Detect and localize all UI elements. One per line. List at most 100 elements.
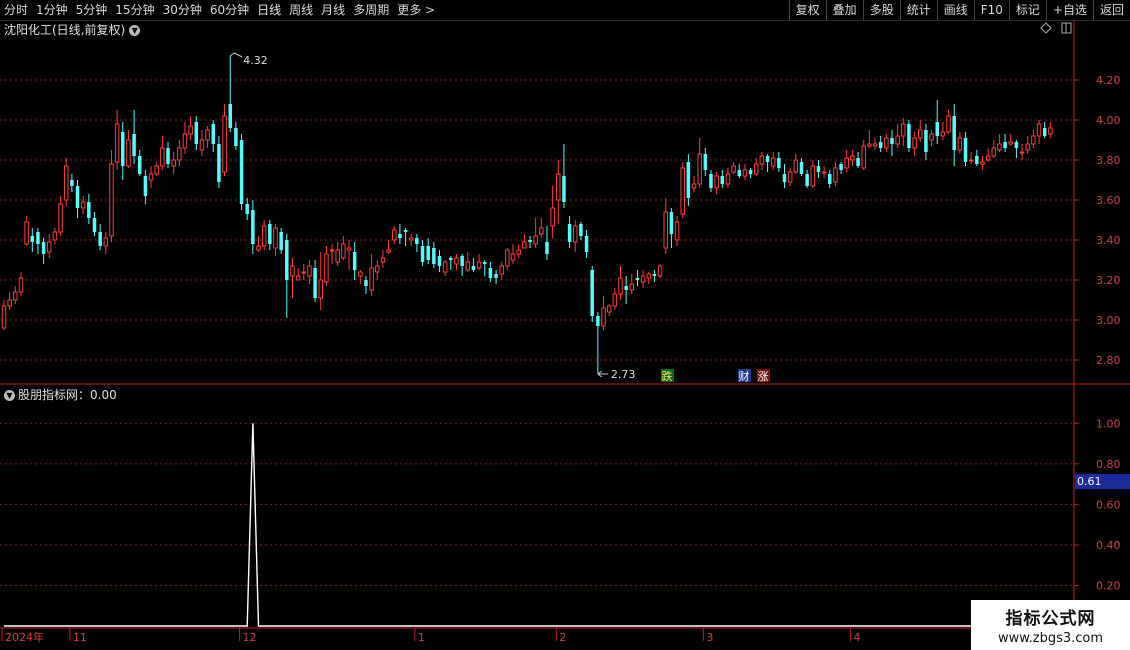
candle-body (494, 274, 498, 278)
period-tab[interactable]: 1分钟 (32, 0, 72, 20)
period-toolbar: 分时 1分钟 5分钟 15分钟 30分钟 60分钟 日线 周线 月线 多周期 更多 > 复权 叠加 多股… (0, 0, 1130, 21)
candle-body (103, 237, 109, 247)
candle-body (364, 280, 368, 286)
candle-body (182, 133, 188, 149)
date-tick-label: 2 (559, 631, 566, 644)
chevron-down-icon[interactable]: ▼ (129, 25, 141, 36)
candle-body (222, 115, 227, 173)
candle-body (856, 158, 860, 166)
indicator-tick-label: 0.20 (1096, 579, 1121, 592)
candle-body (313, 268, 317, 298)
function-button[interactable]: 叠加 (825, 0, 863, 20)
function-button[interactable]: 统计 (899, 0, 937, 20)
period-tab[interactable]: 更多 > (393, 0, 439, 20)
diamond-icon (1040, 22, 1052, 34)
event-badge-zhang: 涨 (758, 370, 769, 383)
candle-body (657, 265, 663, 277)
indicator-title[interactable]: ▼ 股朋指标网：0.00 (4, 387, 117, 403)
candle-body (737, 170, 742, 176)
function-button[interactable]: 画线 (936, 0, 974, 20)
candle-body (850, 155, 855, 161)
candle-body (640, 275, 646, 283)
candle-body (476, 261, 482, 269)
candle-body (805, 174, 809, 186)
price-tick-label: 3.60 (1096, 194, 1121, 207)
candle-body (867, 143, 872, 147)
period-tab[interactable]: 60分钟 (206, 0, 253, 20)
candle-body (596, 316, 600, 326)
candle-body (329, 249, 335, 252)
candle-body (686, 162, 691, 198)
candle-body (41, 242, 46, 254)
period-tab[interactable]: 30分钟 (159, 0, 206, 20)
indicator-tick-label: 0.80 (1096, 458, 1121, 471)
period-tab[interactable]: 月线 (317, 0, 349, 20)
candle-body (482, 262, 487, 264)
chevron-down-icon[interactable]: ▼ (4, 390, 15, 401)
candle-body (132, 134, 136, 156)
candle-body (720, 176, 725, 184)
candle-body (488, 268, 493, 278)
candle-body (821, 171, 827, 174)
candle-body (449, 258, 453, 260)
period-tabs: 分时 1分钟 5分钟 15分钟 30分钟 60分钟 日线 周线 月线 多周期 更多 > (0, 0, 439, 20)
candle-body (703, 154, 708, 170)
candle-body (833, 167, 838, 183)
candle-body (92, 218, 97, 232)
candle-body (442, 261, 448, 273)
candle-body (7, 299, 12, 307)
candle-body (924, 130, 928, 152)
candle-body (652, 274, 657, 276)
candle-body (940, 131, 946, 137)
function-button[interactable]: F10 (973, 0, 1009, 20)
function-buttons: 复权 叠加 多股 统计 画线 F10 标记 +自选 返回 (788, 0, 1130, 20)
period-tab[interactable]: 周线 (285, 0, 317, 20)
event-badge-die: 跌 (662, 369, 673, 383)
period-tab[interactable]: 多周期 (349, 0, 393, 20)
candle-body (770, 157, 776, 167)
candle-body (13, 291, 18, 301)
period-tab[interactable]: 15分钟 (111, 0, 158, 20)
date-tick-label: 11 (73, 631, 87, 644)
candle-body (386, 249, 391, 253)
candle-body (890, 138, 894, 144)
candle-body (680, 167, 685, 215)
candle-body (194, 122, 199, 144)
function-button[interactable]: 多股 (862, 0, 900, 20)
candle-body (261, 225, 267, 247)
candle-body (912, 137, 917, 149)
candle-body (765, 156, 770, 162)
indicator-line (4, 423, 1068, 627)
price-tick-label: 3.00 (1096, 314, 1121, 327)
function-button[interactable]: 返回 (1092, 0, 1130, 20)
function-button[interactable]: 标记 (1008, 0, 1046, 20)
candle-body (217, 144, 221, 182)
candle-body (46, 241, 52, 253)
candle-body (285, 240, 289, 280)
candle-body (1003, 142, 1007, 148)
candle-body (590, 270, 594, 316)
candle-body (380, 257, 386, 263)
candle-body (346, 247, 352, 251)
candle-body (539, 227, 544, 235)
stock-title[interactable]: 沈阳化工(日线,前复权) ▼ (4, 22, 141, 38)
function-button[interactable]: +自选 (1045, 0, 1093, 20)
function-button[interactable]: 复权 (788, 0, 826, 20)
candle-body (290, 265, 295, 277)
candle-body (918, 129, 923, 139)
candle-body (861, 145, 866, 169)
candle-body (166, 148, 170, 164)
candle-body (731, 165, 736, 173)
price-tick-label: 2.80 (1096, 354, 1121, 367)
candle-body (177, 147, 182, 161)
candle-body (80, 201, 86, 209)
candle-body (121, 132, 125, 166)
candle-body (205, 129, 210, 141)
period-tab[interactable]: 5分钟 (72, 0, 112, 20)
period-tab[interactable]: 日线 (253, 0, 285, 20)
candle-body (239, 140, 244, 204)
candle-body (98, 232, 102, 246)
candle-body (895, 135, 900, 145)
period-tab[interactable]: 分时 (0, 0, 32, 20)
date-tick-label: 1 (418, 631, 425, 644)
